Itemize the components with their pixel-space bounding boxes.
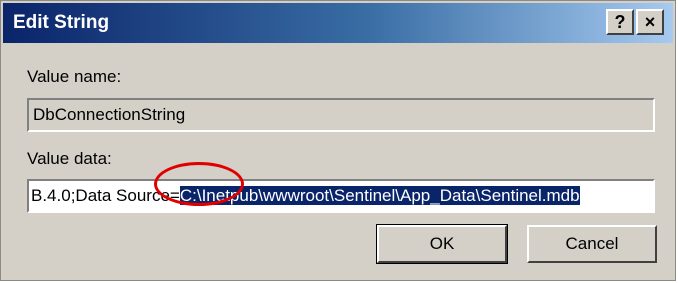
close-icon: × xyxy=(644,12,656,32)
value-data-selected-text: C:\Inetpub\wwwroot\Sentinel\App_Data\Sen… xyxy=(179,186,580,205)
edit-string-dialog: Edit String ? × Value name: DbConnection… xyxy=(0,0,676,281)
value-name-field[interactable]: DbConnectionString xyxy=(27,98,655,132)
question-mark-icon: ? xyxy=(614,12,626,32)
dialog-title: Edit String xyxy=(13,12,110,33)
value-data-label: Value data: xyxy=(27,149,112,168)
close-button[interactable]: × xyxy=(636,9,664,35)
cancel-button[interactable]: Cancel xyxy=(527,225,657,263)
help-button[interactable]: ? xyxy=(606,9,634,35)
ok-button[interactable]: OK xyxy=(376,224,508,264)
value-data-text: B.4.0;Data Source= xyxy=(31,186,180,205)
value-data-input[interactable]: B.4.0;Data Source=C:\Inetpub\wwwroot\Sen… xyxy=(27,179,655,213)
title-bar[interactable]: Edit String ? × xyxy=(3,3,673,43)
value-name-label: Value name: xyxy=(27,67,122,86)
